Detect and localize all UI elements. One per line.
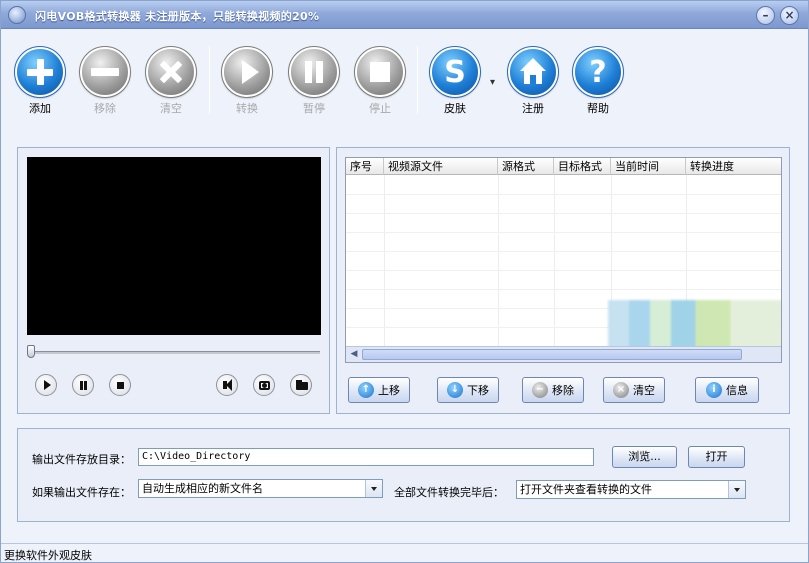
blurred-region: [608, 300, 781, 350]
info-icon: i: [706, 382, 722, 398]
column-header[interactable]: 目标格式: [554, 158, 611, 175]
skin-button[interactable]: S 皮肤: [425, 46, 485, 116]
output-dir-field[interactable]: C:\Video_Directory: [138, 448, 594, 466]
seek-thumb[interactable]: [27, 345, 35, 358]
x-icon: [145, 46, 197, 98]
remove-label: 移除: [94, 102, 116, 115]
help-button[interactable]: ? 帮助: [568, 46, 628, 116]
list-remove-button[interactable]: − 移除: [522, 377, 584, 403]
stop-icon: [354, 46, 406, 98]
skin-s-icon: S: [429, 46, 481, 98]
help-label: 帮助: [587, 102, 609, 115]
info-label: 信息: [726, 384, 748, 397]
scroll-left-icon[interactable]: ◀: [347, 348, 361, 361]
app-logo-icon: [8, 6, 26, 24]
arrow-up-icon: ↑: [358, 382, 374, 398]
register-button[interactable]: 注册: [503, 46, 563, 116]
volume-button[interactable]: [216, 374, 238, 396]
pause-label: 暂停: [303, 102, 325, 115]
scroll-thumb[interactable]: [362, 349, 742, 360]
skin-label: 皮肤: [444, 102, 466, 115]
clear-button[interactable]: 清空: [141, 46, 201, 116]
open-button[interactable]: 打开: [688, 446, 745, 468]
info-button[interactable]: i 信息: [695, 377, 759, 403]
close-button[interactable]: ×: [780, 6, 799, 25]
stop-button[interactable]: 停止: [350, 46, 410, 116]
list-remove-label: 移除: [552, 384, 574, 397]
column-header[interactable]: 源格式: [498, 158, 554, 175]
stop-icon: [117, 382, 124, 389]
pause-button[interactable]: [72, 374, 94, 396]
window-title: 闪电VOB格式转换器 未注册版本，只能转换视频的20%: [35, 10, 320, 23]
stop-label: 停止: [369, 102, 391, 115]
question-icon: ?: [572, 46, 624, 98]
add-label: 添加: [29, 102, 51, 115]
move-up-button[interactable]: ↑ 上移: [348, 377, 410, 403]
title-bar: 闪电VOB格式转换器 未注册版本，只能转换视频的20% – ×: [1, 1, 808, 29]
pause-icon: [80, 381, 83, 390]
file-table[interactable]: 序号 视频源文件 源格式 目标格式 当前时间 转换进度 ◀: [345, 157, 782, 363]
pause-icon: [288, 46, 340, 98]
folder-icon: [296, 382, 308, 390]
add-button[interactable]: 添加: [10, 46, 70, 116]
after-complete-label: 全部文件转换完毕后：: [394, 486, 504, 499]
arrow-down-icon: ↓: [447, 382, 463, 398]
chevron-down-icon[interactable]: [365, 480, 382, 497]
stop-button[interactable]: [109, 374, 131, 396]
seek-bar[interactable]: [28, 351, 320, 354]
pause-button[interactable]: 暂停: [284, 46, 344, 116]
if-exists-select[interactable]: 自动生成相应的新文件名: [138, 479, 383, 498]
remove-button[interactable]: 移除: [75, 46, 135, 116]
table-header: 序号 视频源文件 源格式 目标格式 当前时间 转换进度: [346, 158, 781, 175]
minus-icon: −: [532, 382, 548, 398]
column-header[interactable]: 序号: [346, 158, 384, 175]
minimize-button[interactable]: –: [756, 6, 775, 25]
x-icon: ×: [613, 382, 629, 398]
status-bar: 更换软件外观皮肤: [1, 543, 808, 562]
clear-label: 清空: [160, 102, 182, 115]
move-down-label: 下移: [467, 384, 489, 397]
move-up-label: 上移: [378, 384, 400, 397]
chevron-down-icon[interactable]: [728, 481, 745, 498]
app-window: 闪电VOB格式转换器 未注册版本，只能转换视频的20% – × 添加 移除 清空…: [0, 0, 809, 563]
output-settings-panel: 输出文件存放目录： C:\Video_Directory 浏览... 打开 如果…: [17, 428, 790, 522]
list-clear-button[interactable]: × 清空: [603, 377, 665, 403]
move-down-button[interactable]: ↓ 下移: [437, 377, 499, 403]
play-button[interactable]: [35, 374, 57, 396]
minus-icon: [79, 46, 131, 98]
toolbar-divider: [417, 46, 418, 114]
output-dir-label: 输出文件存放目录：: [32, 453, 131, 466]
list-clear-label: 清空: [633, 384, 655, 397]
status-text: 更换软件外观皮肤: [4, 549, 92, 562]
after-complete-value: 打开文件夹查看转换的文件: [520, 483, 652, 496]
if-exists-value: 自动生成相应的新文件名: [142, 482, 263, 495]
convert-label: 转换: [236, 102, 258, 115]
browse-button[interactable]: 浏览...: [612, 446, 677, 468]
file-list-panel: 序号 视频源文件 源格式 目标格式 当前时间 转换进度 ◀ ↑ 上移 ↓ 下移 …: [336, 147, 790, 414]
horizontal-scrollbar[interactable]: ◀: [346, 346, 781, 362]
video-preview-panel: [17, 147, 330, 414]
column-header[interactable]: 当前时间: [611, 158, 686, 175]
home-icon: [507, 46, 559, 98]
register-label: 注册: [522, 102, 544, 115]
convert-button[interactable]: 转换: [217, 46, 277, 116]
skin-dropdown-arrow-icon[interactable]: ▾: [490, 77, 495, 88]
plus-icon: [14, 46, 66, 98]
after-complete-select[interactable]: 打开文件夹查看转换的文件: [516, 480, 746, 499]
play-icon: [44, 380, 51, 390]
column-header[interactable]: 转换进度: [686, 158, 781, 175]
play-icon: [221, 46, 273, 98]
column-header[interactable]: 视频源文件: [384, 158, 498, 175]
toolbar-divider: [209, 46, 210, 114]
toolbar: 添加 移除 清空 转换 暂停 停止 S 皮肤 ▾ 注册 ? 帮助: [1, 30, 808, 130]
video-screen: [27, 157, 321, 335]
snapshot-button[interactable]: [253, 374, 275, 396]
open-folder-button[interactable]: [290, 374, 312, 396]
if-exists-label: 如果输出文件存在：: [32, 486, 131, 499]
